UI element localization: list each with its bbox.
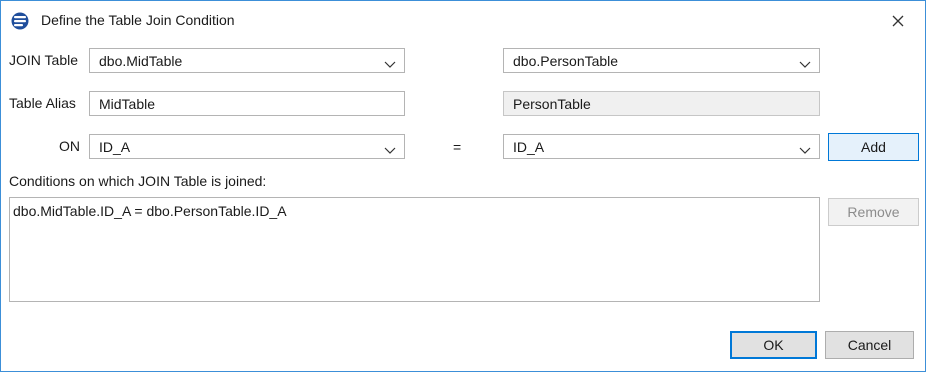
- ok-button[interactable]: OK: [730, 331, 817, 359]
- left-alias-field[interactable]: MidTable: [89, 91, 405, 116]
- right-join-table-select[interactable]: dbo.PersonTable: [503, 48, 820, 73]
- close-icon[interactable]: [887, 10, 909, 32]
- dialog-title: Define the Table Join Condition: [41, 12, 235, 28]
- join-table-label: JOIN Table: [9, 52, 78, 68]
- add-button[interactable]: Add: [828, 133, 919, 161]
- left-on-column-value: ID_A: [99, 139, 131, 155]
- chevron-down-icon: [384, 142, 396, 154]
- right-alias-value: PersonTable: [513, 96, 591, 112]
- remove-button: Remove: [828, 198, 919, 226]
- left-on-column-select[interactable]: ID_A: [89, 134, 405, 159]
- chevron-down-icon: [799, 142, 811, 154]
- conditions-list[interactable]: dbo.MidTable.ID_A = dbo.PersonTable.ID_A: [9, 197, 820, 302]
- left-join-table-value: dbo.MidTable: [99, 53, 183, 69]
- right-join-table-value: dbo.PersonTable: [513, 53, 619, 69]
- right-alias-field: PersonTable: [503, 91, 820, 116]
- cancel-button[interactable]: Cancel: [825, 331, 914, 359]
- equals-sign: =: [453, 139, 462, 155]
- right-on-column-value: ID_A: [513, 139, 545, 155]
- title-bar: Define the Table Join Condition: [1, 1, 925, 39]
- left-join-table-select[interactable]: dbo.MidTable: [89, 48, 405, 73]
- left-alias-value: MidTable: [99, 96, 156, 112]
- table-alias-label: Table Alias: [9, 95, 76, 111]
- chevron-down-icon: [384, 56, 396, 68]
- list-item[interactable]: dbo.MidTable.ID_A = dbo.PersonTable.ID_A: [13, 203, 287, 219]
- join-condition-dialog: Define the Table Join Condition JOIN Tab…: [0, 0, 926, 372]
- chevron-down-icon: [799, 56, 811, 68]
- database-icon: [11, 12, 29, 30]
- right-on-column-select[interactable]: ID_A: [503, 134, 820, 159]
- conditions-label: Conditions on which JOIN Table is joined…: [9, 173, 267, 189]
- on-label: ON: [59, 138, 80, 154]
